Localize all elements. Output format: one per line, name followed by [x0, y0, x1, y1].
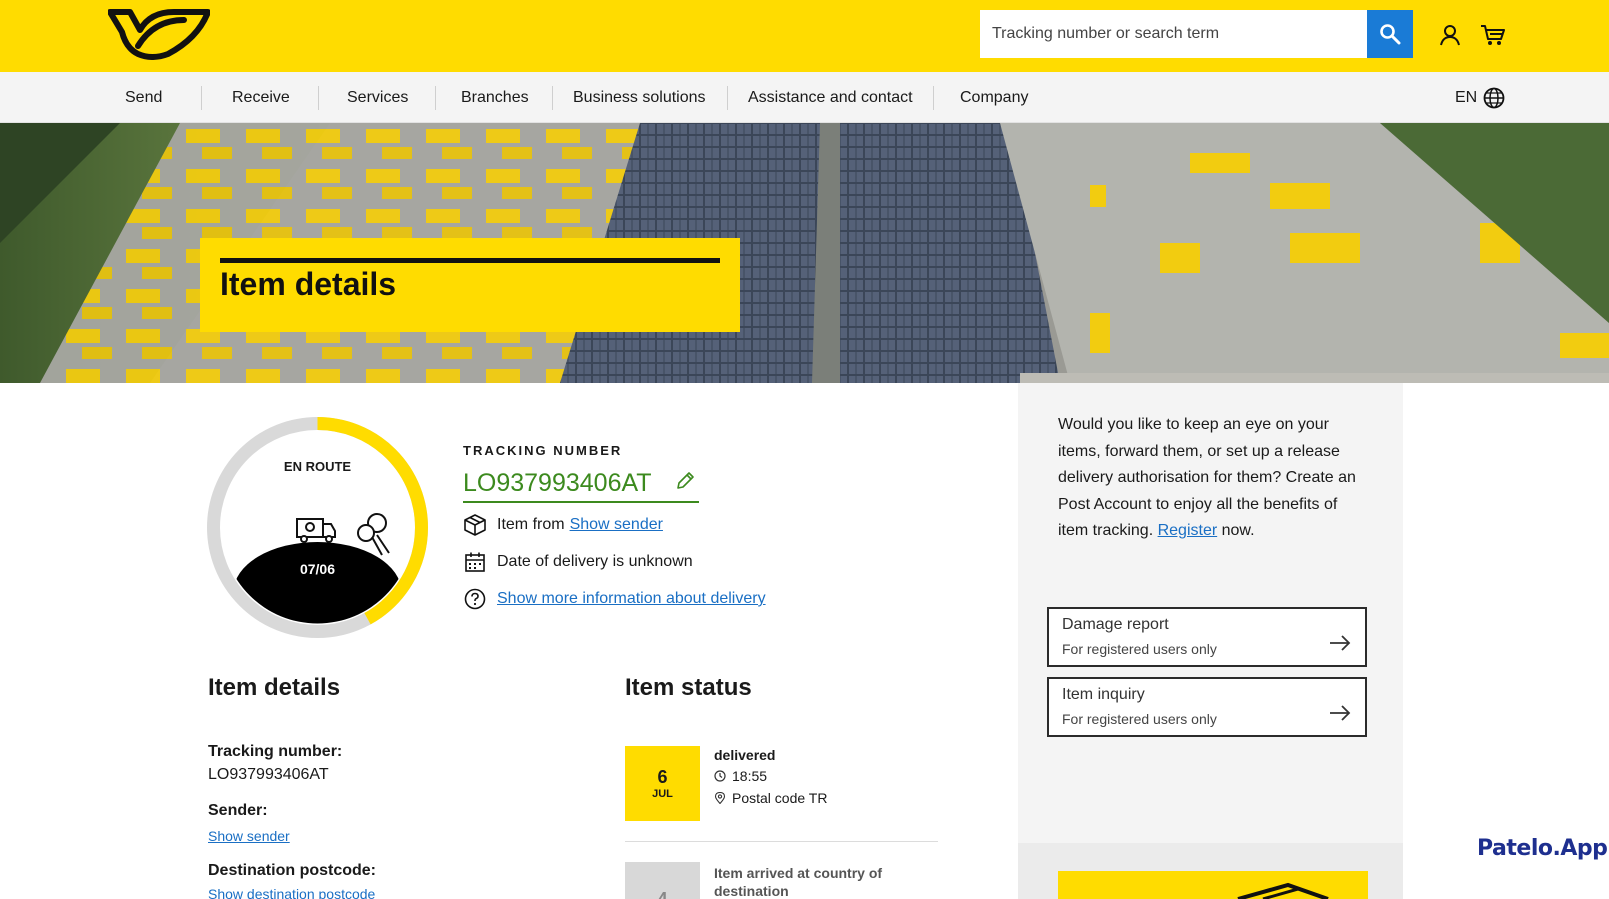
sender-detail-label: Sender: [208, 802, 268, 819]
status-time-text: 18:55 [732, 768, 768, 784]
tracking-number-label: TRACKING NUMBER [463, 443, 623, 458]
destination-postcode-label: Destination postcode: [208, 862, 377, 879]
status-event-title: delivered [714, 747, 776, 763]
show-sender-link[interactable]: Show sender [570, 516, 663, 534]
nav-separator [727, 86, 728, 110]
nav-separator [435, 86, 436, 110]
arrow-right-icon [1330, 705, 1351, 721]
nav-separator [318, 86, 319, 110]
tracking-number-value[interactable]: LO937993406AT [463, 466, 699, 503]
nav-separator [552, 86, 553, 110]
show-destination-postcode-link[interactable]: Show destination postcode [208, 886, 375, 899]
search-icon [1380, 24, 1401, 45]
item-status-heading: Item status [625, 674, 752, 701]
status-day: 6 [657, 767, 668, 787]
cart-button[interactable] [1480, 22, 1506, 48]
package-box-icon [463, 513, 487, 537]
delivery-date-row: Date of delivery is unknown [463, 550, 693, 574]
main-navigation: Send Receive Services Branches Business … [0, 72, 1609, 123]
page-title: Item details [220, 266, 397, 302]
card-subtitle: For registered users only [1062, 641, 1217, 657]
search-bar [980, 10, 1413, 58]
status-date-badge: 4 [625, 862, 700, 899]
status-location-text: Postal code TR [732, 790, 828, 806]
status-divider [625, 841, 938, 842]
nav-item-branches[interactable]: Branches [461, 72, 529, 123]
promo-suffix: now. [1221, 522, 1255, 539]
card-title: Damage report [1062, 616, 1169, 633]
delivery-progress-ring: EN ROUTE 07/06 [207, 417, 428, 638]
status-label: EN ROUTE [284, 459, 352, 474]
status-event-title: Item arrived at country of destination [714, 865, 883, 899]
status-month: JUL [652, 788, 673, 800]
language-switcher[interactable]: EN [1455, 72, 1505, 123]
item-from-label: Item from [497, 516, 565, 533]
item-details-heading: Item details [208, 674, 341, 701]
nav-item-receive[interactable]: Receive [232, 72, 290, 123]
nav-item-business-solutions[interactable]: Business solutions [573, 72, 706, 123]
account-button[interactable] [1437, 22, 1463, 48]
status-event-time: 18:55 [714, 768, 767, 784]
status-day: 4 [657, 889, 668, 899]
card-title: Item inquiry [1062, 686, 1145, 703]
post-horn-logo-icon[interactable] [108, 8, 210, 60]
question-circle-icon [463, 587, 487, 611]
damage-report-card[interactable]: Damage report For registered users only [1047, 607, 1367, 667]
nav-item-assistance-and-contact[interactable]: Assistance and contact [748, 72, 913, 123]
search-button[interactable] [1367, 10, 1413, 58]
language-code: EN [1455, 88, 1478, 106]
shopping-cart-icon [1481, 25, 1505, 45]
status-date: 07/06 [300, 561, 335, 577]
more-info-row: Show more information about delivery [463, 587, 766, 611]
package-illustration-icon [1237, 882, 1329, 899]
patelo-app-watermark: Patelo.App [1477, 836, 1608, 861]
user-icon [1440, 25, 1460, 46]
nav-separator [933, 86, 934, 110]
arrow-right-icon [1330, 635, 1351, 651]
account-promo-text: Would you like to keep an eye on your it… [1058, 412, 1368, 545]
tracking-number-detail-label: Tracking number: [208, 743, 343, 760]
status-date-badge: 6 JUL [625, 746, 700, 821]
register-link[interactable]: Register [1158, 522, 1218, 539]
show-sender-detail-link[interactable]: Show sender [208, 828, 290, 844]
nav-item-send[interactable]: Send [125, 72, 162, 123]
hero-title-box: Item details [200, 238, 740, 332]
hero-title-underline [220, 258, 720, 263]
item-inquiry-card[interactable]: Item inquiry For registered users only [1047, 677, 1367, 737]
search-input[interactable] [980, 10, 1367, 58]
tracking-number-detail-value: LO937993406AT [208, 766, 329, 783]
nav-item-services[interactable]: Services [347, 72, 408, 123]
status-event-location: Postal code TR [714, 790, 827, 806]
more-delivery-info-link[interactable]: Show more information about delivery [497, 590, 766, 608]
item-from-row: Item from Show sender [463, 513, 663, 537]
nav-item-company[interactable]: Company [960, 72, 1028, 123]
promo-banner [1058, 871, 1368, 899]
location-pin-icon [714, 792, 726, 804]
pencil-edit-icon[interactable] [675, 471, 695, 491]
calendar-icon [463, 550, 487, 574]
delivery-date-text: Date of delivery is unknown [497, 553, 693, 570]
card-subtitle: For registered users only [1062, 711, 1217, 727]
nav-separator [201, 86, 202, 110]
clock-icon [714, 770, 726, 782]
globe-icon [1483, 87, 1505, 108]
promo-text: Would you like to keep an eye on your it… [1058, 416, 1356, 539]
top-header [0, 0, 1609, 72]
